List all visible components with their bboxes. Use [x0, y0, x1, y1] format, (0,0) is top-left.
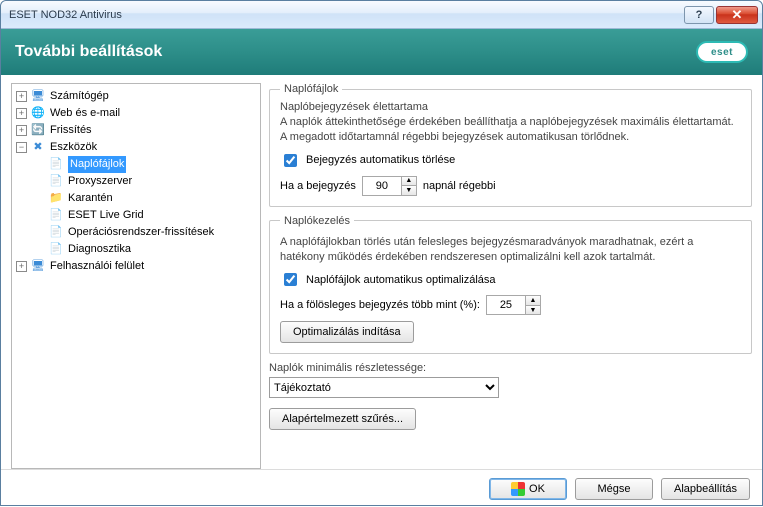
- tree-item-label: Naplófájlok: [68, 156, 126, 173]
- auto-optimize-label: Naplófájlok automatikus optimalizálása: [306, 274, 496, 286]
- header-band: További beállítások eset: [1, 29, 762, 75]
- auto-delete-checkbox[interactable]: [284, 154, 297, 167]
- tree-node-friss-t-s[interactable]: +🔄Frissítés: [12, 122, 260, 139]
- tree-node-napl-f-jlok[interactable]: 📄Naplófájlok: [12, 156, 260, 173]
- auto-delete-row[interactable]: Bejegyzés automatikus törlése: [280, 151, 741, 170]
- tree-item-label: Eszközök: [50, 139, 97, 156]
- log-files-legend: Naplófájlok: [280, 83, 342, 95]
- auto-optimize-checkbox[interactable]: [284, 273, 297, 286]
- verbosity-label: Naplók minimális részletessége:: [269, 362, 752, 374]
- tree-item-label: Karantén: [68, 190, 113, 207]
- expand-icon[interactable]: +: [16, 108, 27, 119]
- expand-icon[interactable]: −: [16, 142, 27, 153]
- brand-logo: eset: [696, 41, 748, 63]
- age-input[interactable]: [363, 177, 401, 195]
- threshold-input[interactable]: [487, 296, 525, 314]
- expand-icon[interactable]: +: [16, 125, 27, 136]
- log-management-legend: Naplókezelés: [280, 215, 354, 227]
- tree-spacer: [34, 210, 45, 221]
- tree-item-label: Web és e-mail: [50, 105, 120, 122]
- tree-item-icon: 📄: [48, 208, 64, 224]
- auto-delete-label: Bejegyzés automatikus törlése: [306, 154, 455, 166]
- tree-item-icon: 🖥: [30, 259, 46, 275]
- window-title: ESET NOD32 Antivirus: [9, 9, 682, 21]
- tree-item-icon: 🖥: [30, 89, 46, 105]
- dialog-footer: OK Mégse Alapbeállítás: [1, 469, 762, 507]
- tree-item-icon: 🌐: [30, 106, 46, 122]
- tree-item-label: Operációsrendszer-frissítések: [68, 224, 214, 241]
- lifetime-heading: Naplóbejegyzések élettartama: [280, 101, 741, 113]
- tree-item-label: Frissítés: [50, 122, 92, 139]
- default-filter-button[interactable]: Alapértelmezett szűrés...: [269, 408, 416, 430]
- expand-icon[interactable]: +: [16, 91, 27, 102]
- settings-tree[interactable]: +🖥Számítógép+🌐Web és e-mail+🔄Frissítés−✖…: [11, 83, 261, 469]
- titlebar: ESET NOD32 Antivirus ? ✕: [1, 1, 762, 29]
- tree-node-felhaszn-l-i-fel-let[interactable]: +🖥Felhasználói felület: [12, 258, 260, 275]
- age-down-icon[interactable]: ▼: [402, 185, 416, 195]
- defaults-button[interactable]: Alapbeállítás: [661, 478, 750, 500]
- age-up-icon[interactable]: ▲: [402, 177, 416, 186]
- close-button[interactable]: ✕: [716, 6, 758, 24]
- threshold-down-icon[interactable]: ▼: [526, 305, 540, 315]
- age-suffix-label: napnál régebbi: [423, 180, 496, 192]
- age-prefix-label: Ha a bejegyzés: [280, 180, 356, 192]
- tree-node-eset-live-grid[interactable]: 📄ESET Live Grid: [12, 207, 260, 224]
- tree-item-icon: 🔄: [30, 123, 46, 139]
- tree-item-label: Számítógép: [50, 88, 109, 105]
- tree-node-karant-n[interactable]: 📁Karantén: [12, 190, 260, 207]
- tree-node-eszk-z-k[interactable]: −✖Eszközök: [12, 139, 260, 156]
- shield-icon: [511, 482, 525, 496]
- auto-optimize-row[interactable]: Naplófájlok automatikus optimalizálása: [280, 270, 741, 289]
- tree-node-diagnosztika[interactable]: 📄Diagnosztika: [12, 241, 260, 258]
- tree-item-icon: ✖: [30, 140, 46, 156]
- tree-spacer: [34, 244, 45, 255]
- verbosity-select[interactable]: Tájékoztató: [269, 377, 499, 398]
- help-button[interactable]: ?: [684, 6, 714, 24]
- age-spinner[interactable]: ▲▼: [362, 176, 417, 196]
- optimize-now-button[interactable]: Optimalizálás indítása: [280, 321, 414, 343]
- tree-node-web-s-e-mail[interactable]: +🌐Web és e-mail: [12, 105, 260, 122]
- tree-spacer: [34, 193, 45, 204]
- tree-item-label: Felhasználói felület: [50, 258, 144, 275]
- page-title: További beállítások: [15, 43, 162, 61]
- tree-item-icon: 📁: [48, 191, 64, 207]
- tree-node-proxyszerver[interactable]: 📄Proxyszerver: [12, 173, 260, 190]
- tree-item-label: Proxyszerver: [68, 173, 132, 190]
- lifetime-description: A naplók áttekinthetősége érdekében beál…: [280, 115, 741, 145]
- tree-item-icon: 📄: [48, 225, 64, 241]
- log-management-group: Naplókezelés A naplófájlokban törlés utá…: [269, 215, 752, 355]
- tree-item-icon: 📄: [48, 242, 64, 258]
- threshold-up-icon[interactable]: ▲: [526, 296, 540, 305]
- management-description: A naplófájlokban törlés után felesleges …: [280, 235, 741, 265]
- tree-item-icon: 📄: [48, 157, 64, 173]
- tree-spacer: [34, 227, 45, 238]
- tree-item-label: ESET Live Grid: [68, 207, 144, 224]
- tree-node-sz-m-t-g-p[interactable]: +🖥Számítógép: [12, 88, 260, 105]
- ok-button[interactable]: OK: [489, 478, 567, 500]
- tree-node-oper-ci-srendszer-friss-t-sek[interactable]: 📄Operációsrendszer-frissítések: [12, 224, 260, 241]
- expand-icon[interactable]: +: [16, 261, 27, 272]
- tree-spacer: [34, 176, 45, 187]
- threshold-spinner[interactable]: ▲▼: [486, 295, 541, 315]
- tree-item-icon: 📄: [48, 174, 64, 190]
- cancel-button[interactable]: Mégse: [575, 478, 653, 500]
- threshold-prefix-label: Ha a fölösleges bejegyzés több mint (%):: [280, 299, 480, 311]
- tree-spacer: [34, 159, 45, 170]
- log-files-group: Naplófájlok Naplóbejegyzések élettartama…: [269, 83, 752, 207]
- tree-item-label: Diagnosztika: [68, 241, 131, 258]
